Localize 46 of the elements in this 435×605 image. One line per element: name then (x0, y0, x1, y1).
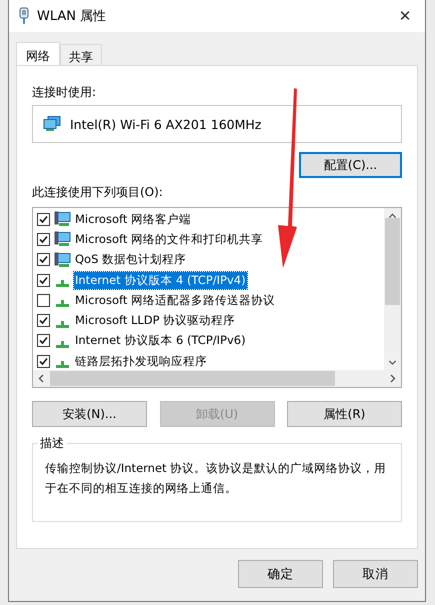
items-label: 此连接使用下列项目(O): (32, 185, 164, 199)
group-title: 描述 (38, 435, 67, 452)
close-button[interactable]: ✕ (385, 7, 425, 25)
network-computer-icon (54, 211, 71, 228)
checkbox[interactable] (37, 253, 50, 266)
adapter-name: Intel(R) Wi-Fi 6 AX201 160MHz (70, 116, 262, 132)
tab[interactable]: 共享 (60, 44, 102, 65)
connect-using-label: 连接时使用: (32, 85, 98, 99)
list-item[interactable]: QoS 数据包计划程序 (74, 251, 188, 268)
checkbox[interactable] (37, 294, 50, 307)
protocol-icon (56, 340, 69, 348)
protocol-icon (56, 361, 69, 368)
network-adapter-icon (19, 7, 29, 25)
checkbox[interactable] (37, 274, 50, 287)
scroll-left-icon[interactable] (38, 374, 44, 383)
list-item[interactable]: Internet 协议版本 4 (TCP/IPv4) (74, 272, 247, 289)
list-item[interactable]: 链路层拓扑发现响应程序 (74, 352, 208, 370)
description-text: 传输控制协议/Internet 协议。该协议是默认的广域网络协议，用于在不同的相互连接的网络上通信。 (45, 460, 388, 497)
list-item[interactable]: Microsoft 网络适配器多路传送器协议 (74, 292, 276, 309)
checkbox[interactable] (37, 212, 50, 226)
item-button[interactable]: 属性(R) (287, 401, 402, 427)
configure-button[interactable]: 配置(C)... (299, 152, 402, 178)
scroll-right-icon[interactable] (390, 374, 396, 383)
network-computer-icon (54, 252, 71, 268)
horizontal-scrollbar[interactable] (33, 370, 401, 387)
window-title: WLAN 属性 (37, 8, 108, 25)
list-item[interactable]: Microsoft 网络的文件和打印机共享 (74, 230, 264, 248)
tab[interactable]: 网络 (16, 42, 60, 65)
protocol-icon (56, 320, 69, 328)
list-item[interactable]: Microsoft 网络客户端 (74, 210, 192, 228)
vertical-scrollbar[interactable] (384, 208, 401, 370)
network-computer-icon (43, 116, 61, 132)
list-item[interactable]: Microsoft LLDP 协议驱动程序 (74, 312, 236, 330)
dialog-button[interactable]: 取消 (333, 560, 418, 588)
checkbox[interactable] (37, 314, 50, 328)
checkbox[interactable] (37, 354, 50, 368)
item-button[interactable]: 安装(N)... (32, 401, 147, 427)
dialog-button[interactable]: 确定 (238, 560, 323, 588)
protocol-icon (56, 300, 69, 308)
network-computer-icon (54, 231, 71, 248)
checkbox[interactable] (37, 334, 50, 348)
checkbox[interactable] (37, 232, 50, 246)
scroll-down-icon[interactable] (388, 360, 397, 365)
list-item[interactable]: Internet 协议版本 6 (TCP/IPv6) (74, 332, 247, 350)
protocol-icon (56, 280, 69, 288)
scroll-up-icon[interactable] (388, 213, 397, 218)
